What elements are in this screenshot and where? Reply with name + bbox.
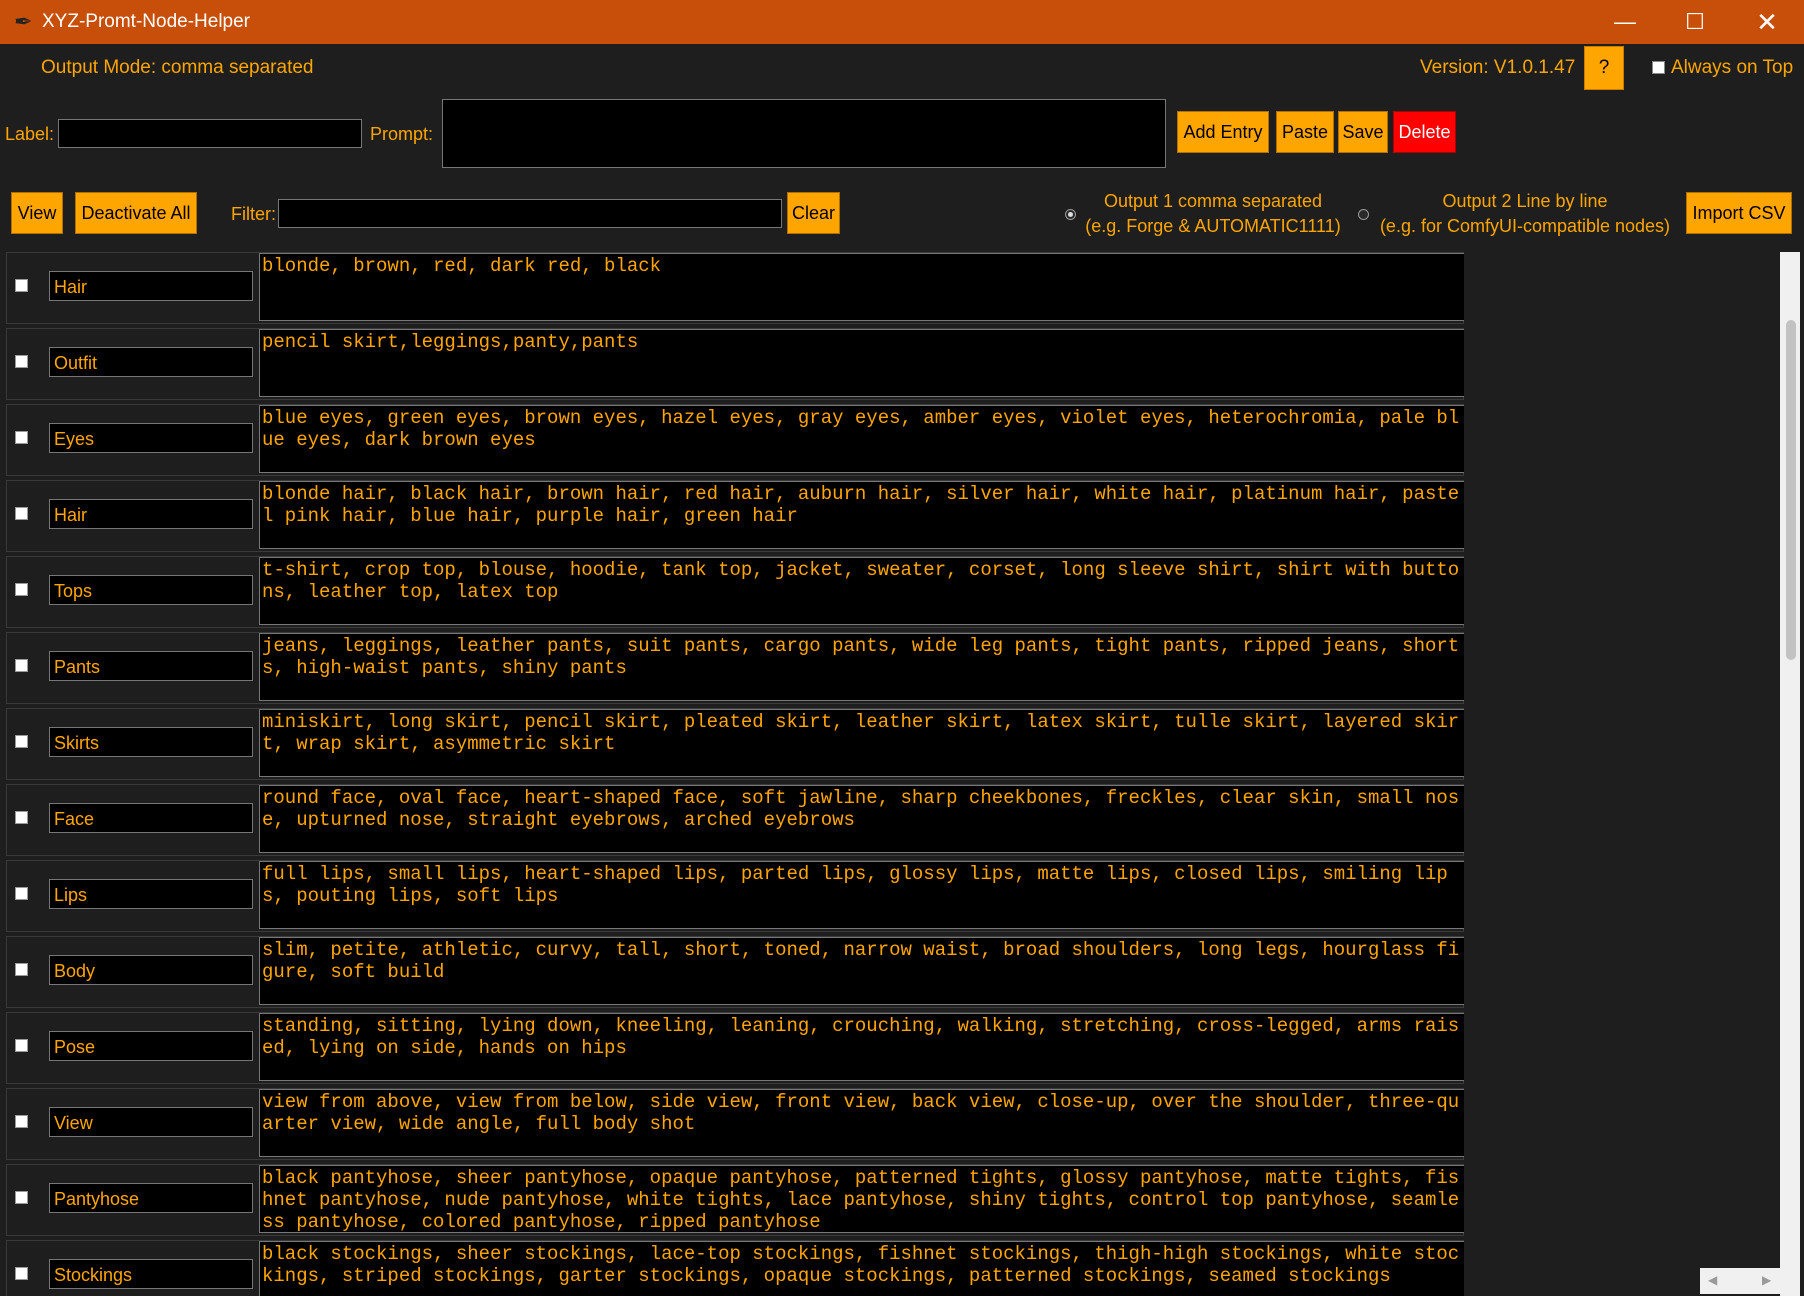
entry-row: Outfit pencil skirt,leggings,panty,pants [6, 328, 1464, 400]
entry-prompt-field[interactable]: blonde, brown, red, dark red, black [259, 253, 1464, 321]
output1-label[interactable]: Output 1 comma separated (e.g. Forge & A… [1082, 189, 1344, 239]
delete-button[interactable]: Delete [1393, 111, 1456, 153]
entry-prompt-field[interactable]: view from above, view from below, side v… [259, 1089, 1464, 1157]
entry-active-checkbox[interactable] [15, 507, 28, 520]
entry-active-checkbox[interactable] [15, 279, 28, 292]
entry-row: Face round face, oval face, heart-shaped … [6, 784, 1464, 856]
output1-title: Output 1 comma separated [1103, 191, 1323, 211]
label-caption: Label: [5, 124, 55, 144]
entry-row: Eyes blue eyes, green eyes, brown eyes, h… [6, 404, 1464, 476]
output1-radio[interactable] [1065, 209, 1076, 220]
entry-row: Tops t-shirt, crop top, blouse, hoodie, t… [6, 556, 1464, 628]
save-button[interactable]: Save [1338, 111, 1388, 153]
always-on-top-checkbox[interactable] [1652, 61, 1665, 74]
entry-row: Pantyhose black pantyhose, sheer pantyhos… [6, 1164, 1464, 1236]
always-on-top-label: Always on Top [1671, 57, 1794, 78]
entry-row: Hair blonde hair, black hair, brown hair,… [6, 480, 1464, 552]
output2-hint: (e.g. for ComfyUI-compatible nodes) [1379, 216, 1671, 236]
entry-active-checkbox[interactable] [15, 1267, 28, 1280]
prompt-caption: Prompt: [370, 124, 434, 144]
entry-prompt-field[interactable]: full lips, small lips, heart-shaped lips… [259, 861, 1464, 929]
entry-active-checkbox[interactable] [15, 431, 28, 444]
entry-active-checkbox[interactable] [15, 887, 28, 900]
output1-hint: (e.g. Forge & AUTOMATIC1111) [1085, 216, 1341, 236]
main-content: Output Mode: comma separated Version: V1… [0, 44, 1804, 1296]
entry-row: Hair blonde, brown, red, dark red, black [6, 252, 1464, 324]
entry-active-checkbox[interactable] [15, 735, 28, 748]
entry-active-checkbox[interactable] [15, 659, 28, 672]
entry-label-field[interactable]: Face [49, 803, 253, 833]
entry-prompt-field[interactable]: black stockings, sheer stockings, lace-t… [259, 1241, 1464, 1296]
import-csv-button[interactable]: Import CSV [1686, 192, 1792, 234]
entry-active-checkbox[interactable] [15, 355, 28, 368]
entry-prompt-field[interactable]: t-shirt, crop top, blouse, hoodie, tank … [259, 557, 1464, 625]
entry-active-checkbox[interactable] [15, 1039, 28, 1052]
entry-label-field[interactable]: Pantyhose [49, 1183, 253, 1213]
output2-label[interactable]: Output 2 Line by line (e.g. for ComfyUI-… [1374, 189, 1676, 239]
entry-active-checkbox[interactable] [15, 583, 28, 596]
title-bar: ✒ XYZ-Promt-Node-Helper — ☐ ✕ [0, 0, 1804, 44]
entry-label-field[interactable]: View [49, 1107, 253, 1137]
entry-active-checkbox[interactable] [15, 963, 28, 976]
entry-prompt-field[interactable]: miniskirt, long skirt, pencil skirt, ple… [259, 709, 1464, 777]
output2-title: Output 2 Line by line [1442, 191, 1608, 211]
entry-active-checkbox[interactable] [15, 1191, 28, 1204]
scroll-left-icon[interactable]: ◀ [1708, 1273, 1717, 1287]
output-mode-status: Output Mode: comma separated [41, 57, 314, 78]
filter-input[interactable] [278, 199, 782, 228]
entry-row: Pose standing, sitting, lying down, kneel… [6, 1012, 1464, 1084]
label-input[interactable] [58, 119, 362, 148]
entry-prompt-field[interactable]: blonde hair, black hair, brown hair, red… [259, 481, 1464, 549]
maximize-button[interactable]: ☐ [1660, 0, 1730, 44]
entry-row: Skirts miniskirt, long skirt, pencil skir… [6, 708, 1464, 780]
entry-label-field[interactable]: Tops [49, 575, 253, 605]
vertical-scrollbar[interactable] [1780, 252, 1800, 1296]
entry-prompt-field[interactable]: jeans, leggings, leather pants, suit pan… [259, 633, 1464, 701]
entry-prompt-field[interactable]: round face, oval face, heart-shaped face… [259, 785, 1464, 853]
scrollbar-thumb[interactable] [1786, 320, 1796, 660]
entry-label-field[interactable]: Pose [49, 1031, 253, 1061]
scroll-right-icon[interactable]: ▶ [1762, 1273, 1771, 1287]
entry-label-field[interactable]: Outfit [49, 347, 253, 377]
entry-prompt-field[interactable]: blue eyes, green eyes, brown eyes, hazel… [259, 405, 1464, 473]
entry-prompt-field[interactable]: slim, petite, athletic, curvy, tall, sho… [259, 937, 1464, 1005]
entry-label-field[interactable]: Hair [49, 271, 253, 301]
add-entry-button[interactable]: Add Entry [1177, 111, 1269, 153]
entry-prompt-field[interactable]: pencil skirt,leggings,panty,pants [259, 329, 1464, 397]
entry-active-checkbox[interactable] [15, 811, 28, 824]
help-button[interactable]: ? [1584, 46, 1624, 90]
horizontal-scrollbar[interactable]: ◀ ▶ [1700, 1268, 1780, 1294]
minimize-button[interactable]: — [1590, 0, 1660, 44]
entry-label-field[interactable]: Pants [49, 651, 253, 681]
feather-icon: ✒ [14, 9, 33, 34]
window-title: XYZ-Promt-Node-Helper [42, 11, 250, 32]
entry-row: Pants jeans, leggings, leather pants, sui… [6, 632, 1464, 704]
prompt-input[interactable] [442, 99, 1166, 168]
view-button[interactable]: View [11, 192, 63, 234]
paste-button[interactable]: Paste [1276, 111, 1334, 153]
clear-button[interactable]: Clear [787, 192, 840, 234]
entry-label-field[interactable]: Stockings [49, 1259, 253, 1289]
entry-row: Body slim, petite, athletic, curvy, tall,… [6, 936, 1464, 1008]
deactivate-all-button[interactable]: Deactivate All [75, 192, 197, 234]
entry-row: View view from above, view from below, si… [6, 1088, 1464, 1160]
entry-label-field[interactable]: Body [49, 955, 253, 985]
close-button[interactable]: ✕ [1732, 0, 1802, 44]
entry-label-field[interactable]: Eyes [49, 423, 253, 453]
output2-radio[interactable] [1358, 209, 1369, 220]
entry-row: Stockings black stockings, sheer stocking… [6, 1240, 1464, 1296]
entry-prompt-field[interactable]: standing, sitting, lying down, kneeling,… [259, 1013, 1464, 1081]
entry-label-field[interactable]: Hair [49, 499, 253, 529]
entry-label-field[interactable]: Lips [49, 879, 253, 909]
version-label: Version: V1.0.1.47 [1420, 57, 1576, 78]
entry-list: Hair blonde, brown, red, dark red, black O… [6, 252, 1464, 1296]
entry-row: Lips full lips, small lips, heart-shaped … [6, 860, 1464, 932]
entry-active-checkbox[interactable] [15, 1115, 28, 1128]
entry-prompt-field[interactable]: black pantyhose, sheer pantyhose, opaque… [259, 1165, 1464, 1233]
entry-label-field[interactable]: Skirts [49, 727, 253, 757]
filter-caption: Filter: [231, 204, 276, 224]
